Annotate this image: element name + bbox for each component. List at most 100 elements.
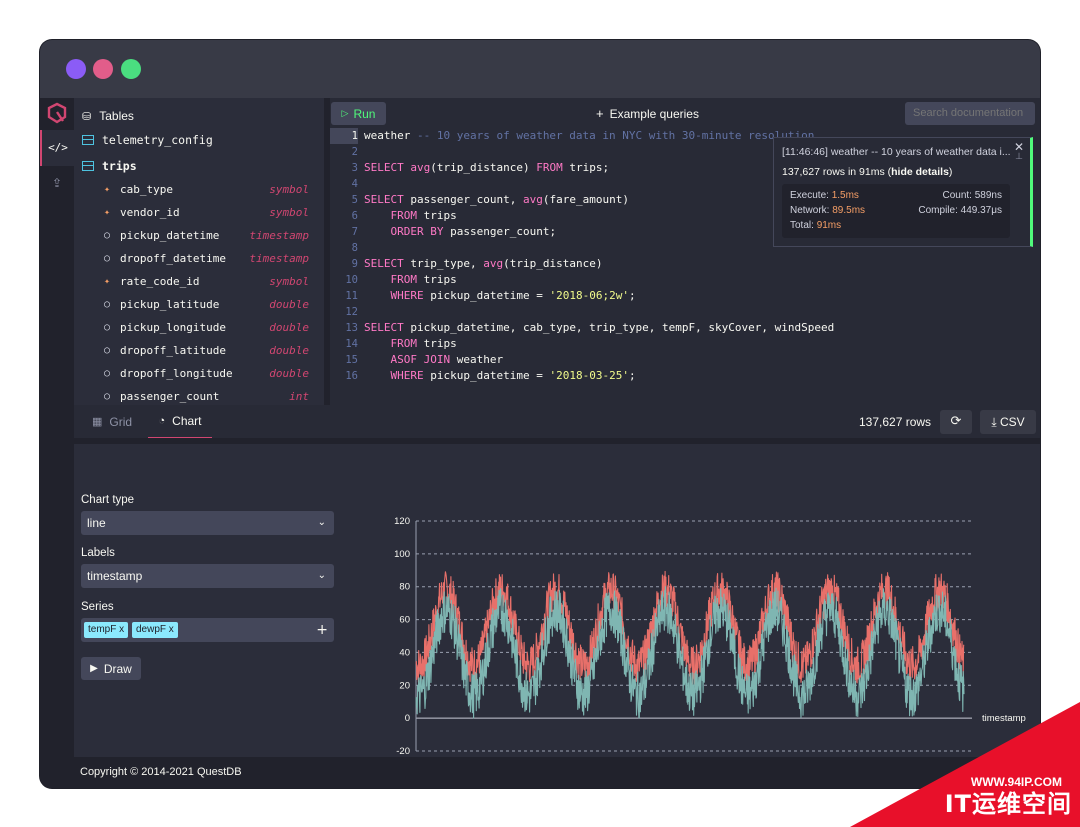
watermark-text: IT运维空间 (944, 790, 1072, 818)
editor-toolbar: ▷ Run + Example queries (330, 98, 1040, 128)
table-item-trips[interactable]: trips (82, 156, 137, 176)
add-series-icon[interactable]: + (316, 618, 328, 642)
series-line-dewpF (415, 586, 965, 719)
upload-icon[interactable]: ⇪ (40, 176, 74, 196)
refresh-button[interactable]: ⟳ (940, 410, 972, 434)
code-line: WHERE pickup_datetime = '2018-03-25'; (390, 369, 636, 382)
row-count: 137,627 rows (859, 415, 932, 429)
plus-icon: + (596, 106, 604, 121)
column-name: vendor_id (120, 205, 180, 219)
network-label: Network: (790, 205, 830, 216)
query-notification: [11:46:46] weather -- 10 years of weathe… (773, 137, 1033, 247)
column-item[interactable]: ○ dropoff_longitude double (104, 363, 309, 383)
tables-header: ⛁ Tables (82, 106, 134, 126)
line-number: 1 (330, 128, 358, 144)
timing-details: Execute: 1.5ms Network: 89.5ms Total: 91… (782, 184, 1010, 238)
series-chip-dewpf[interactable]: dewpF x (132, 622, 178, 638)
column-item[interactable]: ○ dropoff_datetime timestamp (104, 248, 309, 268)
table-icon (82, 135, 94, 145)
symbol-icon: ✦ (104, 183, 111, 195)
series-label: Series (81, 601, 114, 613)
table-icon (82, 161, 94, 171)
column-name: passenger_count (120, 389, 220, 403)
line-number: 13 (345, 322, 358, 334)
column-name: cab_type (120, 182, 173, 196)
column-name: dropoff_latitude (120, 343, 226, 357)
left-rail: </> ⇪ (40, 98, 74, 788)
column-name: rate_code_id (120, 274, 200, 288)
network-timing: Network: 89.5ms (790, 205, 865, 216)
column-type: symbol (269, 182, 309, 196)
labels-label: Labels (81, 547, 115, 559)
column-name: pickup_datetime (120, 228, 220, 242)
refresh-icon: ⟳ (950, 414, 962, 429)
count-value: 589ns (974, 190, 1002, 201)
labels-select[interactable]: timestamp ⌄ (81, 564, 334, 588)
notification-rows: 137,627 rows in 91ms (hide details) (782, 166, 952, 178)
column-item[interactable]: ○ pickup_datetime timestamp (104, 225, 309, 245)
line-number: 3 (351, 162, 358, 174)
title-bar (40, 40, 1040, 98)
search-documentation-input[interactable] (905, 102, 1035, 125)
column-item[interactable]: ✦ vendor_id symbol (104, 202, 309, 222)
column-item[interactable]: ✦ cab_type symbol (104, 179, 309, 199)
network-value: 89.5ms (832, 205, 866, 216)
chart-type-select[interactable]: line ⌄ (81, 511, 334, 535)
compile-value: 449.37μs (960, 205, 1002, 216)
watermark: WWW.94IP.COM IT运维空间 (850, 702, 1080, 827)
grid-icon: ▦ (92, 416, 103, 428)
questdb-logo-icon[interactable] (46, 102, 68, 124)
execute-value: 1.5ms (831, 190, 859, 201)
code-line: FROM trips (390, 209, 457, 222)
chevron-down-icon: ⌄ (317, 570, 326, 581)
column-type: double (269, 320, 309, 334)
tables-title: Tables (99, 109, 134, 123)
window-close-dot[interactable] (66, 59, 86, 79)
column-item[interactable]: ○ dropoff_latitude double (104, 340, 309, 360)
code-line: FROM trips (390, 273, 457, 286)
code-line: SELECT passenger_count, avg(fare_amount) (364, 193, 629, 206)
total-timing: Total: 91ms (790, 220, 841, 231)
tab-grid[interactable]: ▦ Grid (92, 405, 132, 439)
y-tick-label: 60 (399, 615, 410, 626)
table-item-telemetry-config[interactable]: telemetry_config (82, 130, 213, 150)
code-line: SELECT trip_type, avg(trip_distance) (364, 257, 603, 270)
column-item[interactable]: ○ passenger_count int (104, 386, 309, 406)
column-name: pickup_longitude (120, 320, 226, 334)
series-input[interactable]: tempF x dewpF x + (81, 618, 334, 642)
window-maximize-dot[interactable] (121, 59, 141, 79)
run-button[interactable]: ▷ Run (331, 102, 386, 125)
symbol-icon: ✦ (104, 275, 111, 287)
draw-button[interactable]: ▶ Draw (81, 657, 141, 680)
column-item[interactable]: ○ pickup_longitude double (104, 317, 309, 337)
total-value: 91ms (816, 220, 842, 231)
line-number: 7 (351, 226, 358, 238)
play-icon: ▶ (90, 663, 98, 674)
csv-label: CSV (999, 415, 1025, 429)
compile-label: Compile: (918, 205, 958, 216)
column-type: int (289, 389, 309, 403)
circle-icon: ○ (104, 344, 111, 356)
hide-details-link[interactable]: hide details (891, 166, 949, 178)
play-icon: ▷ (341, 108, 349, 118)
code-editor-icon[interactable]: </> (40, 130, 74, 166)
pin-icon[interactable]: ⊥ (1015, 152, 1023, 162)
line-number: 12 (345, 306, 358, 318)
footer-copyright: Copyright © 2014-2021 QuestDB (80, 766, 242, 778)
app-window: </> ⇪ ⛁ Tables telemetry_config trips ✦ … (40, 40, 1040, 788)
csv-download-button[interactable]: ⤓ CSV (980, 410, 1036, 434)
series-chip-tempf[interactable]: tempF x (84, 622, 129, 638)
horizontal-splitter[interactable] (74, 438, 1040, 444)
line-number: 15 (345, 354, 358, 366)
count-timing: Count: 589ns (943, 190, 1003, 201)
y-tick-label: 100 (394, 549, 410, 560)
window-minimize-dot[interactable] (93, 59, 113, 79)
tab-chart[interactable]: ◔ Chart (148, 405, 212, 439)
execute-label: Execute: (790, 190, 829, 201)
column-type: symbol (269, 274, 309, 288)
tab-chart-label: Chart (172, 414, 202, 428)
column-item[interactable]: ○ pickup_latitude double (104, 294, 309, 314)
example-queries-button[interactable]: + Example queries (590, 102, 705, 125)
run-label: Run (353, 106, 376, 121)
column-item[interactable]: ✦ rate_code_id symbol (104, 271, 309, 291)
